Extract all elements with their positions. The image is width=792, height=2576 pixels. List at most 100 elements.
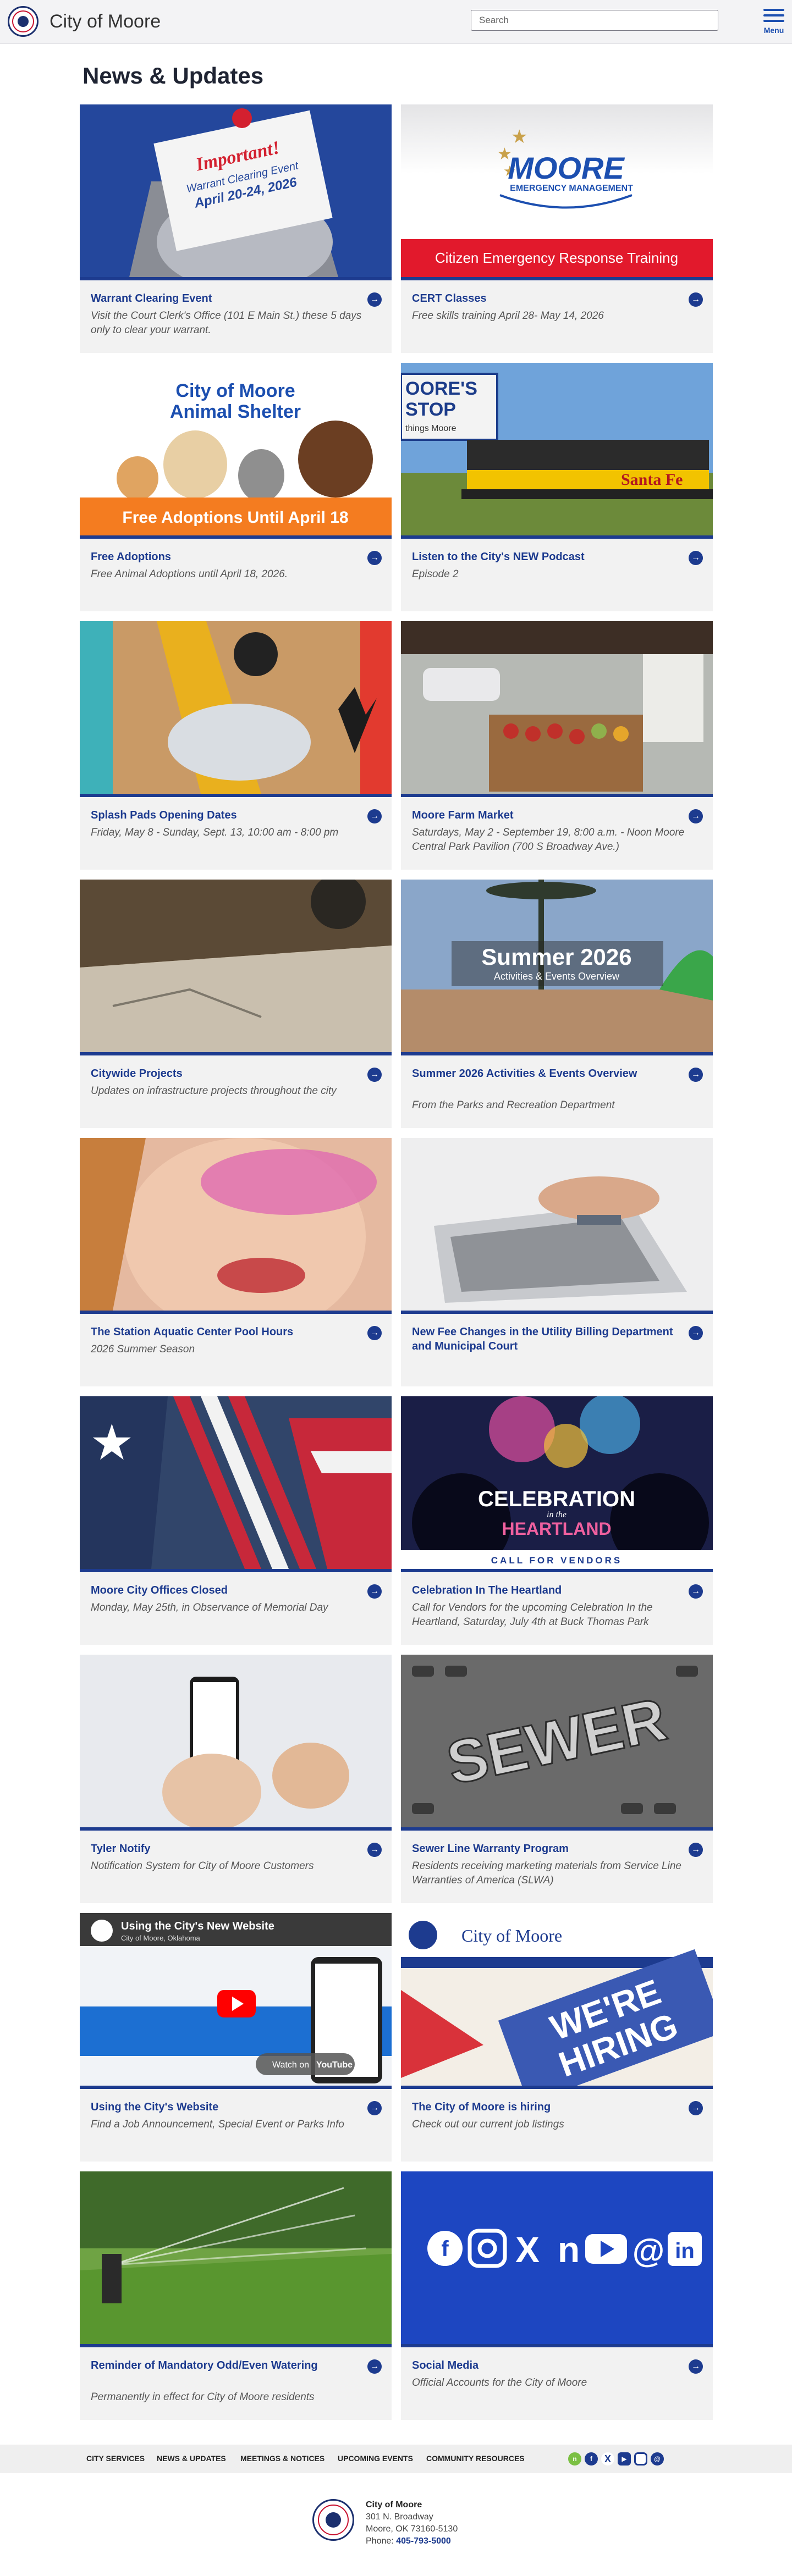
footer-link-news[interactable]: NEWS & UPDATES	[157, 2454, 226, 2463]
svg-text:Using the City's New Website: Using the City's New Website	[121, 1920, 274, 1932]
news-card-social-media[interactable]: f X n @ in Social Media Official Account…	[401, 2171, 713, 2420]
arrow-right-icon[interactable]: →	[367, 1326, 382, 1340]
news-card-summer-2026[interactable]: Summer 2026 Activities & Events Overview…	[401, 880, 713, 1128]
footer-link-city-services[interactable]: CITY SERVICES	[86, 2454, 145, 2463]
card-title[interactable]: New Fee Changes in the Utility Billing D…	[412, 1325, 681, 1353]
card-title[interactable]: Splash Pads Opening Dates	[91, 808, 360, 822]
arrow-right-icon[interactable]: →	[367, 1068, 382, 1082]
card-subtitle: From the Parks and Recreation Department	[412, 1099, 615, 1111]
news-card-warrant[interactable]: Important! Warrant Clearing Event April …	[80, 104, 392, 353]
arrow-right-icon[interactable]: →	[689, 1843, 703, 1857]
card-title[interactable]: The Station Aquatic Center Pool Hours	[91, 1325, 360, 1339]
arrow-right-icon[interactable]: →	[367, 292, 382, 307]
footer-phone-link[interactable]: 405-793-5000	[396, 2536, 451, 2546]
arrow-right-icon[interactable]: →	[689, 1326, 703, 1340]
card-title[interactable]: Tyler Notify	[91, 1842, 360, 1856]
news-card-farm-market[interactable]: Moore Farm Market Saturdays, May 2 - Sep…	[401, 621, 713, 870]
svg-text:City of Moore: City of Moore	[461, 1926, 562, 1945]
card-image: City of Moore Animal Shelter Free Adopti…	[80, 363, 392, 539]
facebook-icon[interactable]: f	[585, 2452, 598, 2466]
svg-text:Santa Fe: Santa Fe	[621, 471, 683, 489]
card-image: f X n @ in	[401, 2171, 713, 2347]
nextdoor-icon[interactable]: n	[568, 2452, 581, 2466]
news-card-splash-pads[interactable]: Splash Pads Opening Dates Friday, May 8 …	[80, 621, 392, 870]
card-title[interactable]: Free Adoptions	[91, 550, 360, 564]
card-image: City of Moore WE'RE HIRING	[401, 1913, 713, 2089]
card-title[interactable]: Using the City's Website	[91, 2100, 360, 2114]
arrow-right-icon[interactable]: →	[367, 2101, 382, 2115]
svg-text:X: X	[515, 2229, 540, 2270]
hamburger-icon	[763, 9, 784, 11]
card-subtitle: Residents receiving marketing materials …	[412, 1860, 681, 1886]
menu-button[interactable]: Menu	[762, 8, 786, 36]
card-subtitle: Episode 2	[412, 568, 459, 580]
news-card-website[interactable]: Using the City's New Website City of Moo…	[80, 1913, 392, 2162]
card-title[interactable]: Citywide Projects	[91, 1066, 360, 1081]
card-title[interactable]: CERT Classes	[412, 291, 681, 306]
arrow-right-icon[interactable]: →	[689, 1068, 703, 1082]
threads-icon[interactable]: @	[651, 2452, 664, 2466]
city-seal-logo[interactable]	[8, 6, 38, 37]
search-input[interactable]	[471, 10, 718, 31]
menu-label: Menu	[763, 26, 784, 35]
news-card-watering[interactable]: Reminder of Mandatory Odd/Even Watering …	[80, 2171, 392, 2420]
card-subtitle: Call for Vendors for the upcoming Celebr…	[412, 1602, 653, 1628]
card-title[interactable]: Celebration In The Heartland	[412, 1583, 681, 1597]
arrow-right-icon[interactable]: →	[367, 1584, 382, 1599]
arrow-right-icon[interactable]: →	[689, 551, 703, 565]
youtube-icon[interactable]: ▶	[618, 2452, 631, 2466]
arrow-right-icon[interactable]: →	[367, 551, 382, 565]
news-card-sewer-warranty[interactable]: SEWER Sewer Line Warranty Program Reside…	[401, 1655, 713, 1903]
card-title[interactable]: Listen to the City's NEW Podcast	[412, 550, 681, 564]
arrow-right-icon[interactable]: →	[689, 292, 703, 307]
arrow-right-icon[interactable]: →	[689, 2359, 703, 2374]
card-title[interactable]: The City of Moore is hiring	[412, 2100, 681, 2114]
arrow-right-icon[interactable]: →	[689, 1584, 703, 1599]
news-card-pool-hours[interactable]: The Station Aquatic Center Pool Hours 20…	[80, 1138, 392, 1386]
card-title[interactable]: Summer 2026 Activities & Events Overview	[412, 1066, 681, 1081]
news-card-offices-closed[interactable]: ★ Moore City Offices Closed Monday, May …	[80, 1396, 392, 1645]
card-image	[80, 2171, 392, 2347]
news-card-tyler-notify[interactable]: Tyler Notify Notification System for Cit…	[80, 1655, 392, 1903]
footer-city-seal	[312, 2499, 354, 2541]
card-title[interactable]: Social Media	[412, 2358, 681, 2373]
card-image: SEWER	[401, 1655, 713, 1831]
site-name[interactable]: City of Moore	[50, 11, 161, 32]
news-card-fee-changes[interactable]: New Fee Changes in the Utility Billing D…	[401, 1138, 713, 1386]
news-card-podcast[interactable]: OORE'S STOP things Moore Santa Fe Listen…	[401, 363, 713, 611]
x-icon[interactable]: X	[601, 2452, 614, 2466]
footer-link-events[interactable]: UPCOMING EVENTS	[338, 2454, 413, 2463]
card-title[interactable]: Moore Farm Market	[412, 808, 681, 822]
card-title[interactable]: Sewer Line Warranty Program	[412, 1842, 681, 1856]
svg-text:STOP: STOP	[405, 399, 456, 420]
svg-text:YouTube: YouTube	[316, 2060, 353, 2070]
card-subtitle: Friday, May 8 - Sunday, Sept. 13, 10:00 …	[91, 827, 339, 838]
instagram-icon[interactable]	[634, 2452, 647, 2466]
svg-text:Citizen Emergency Response Tra: Citizen Emergency Response Training	[435, 250, 678, 266]
news-card-citywide-projects[interactable]: Citywide Projects Updates on infrastruct…	[80, 880, 392, 1128]
svg-text:n: n	[558, 2229, 580, 2270]
arrow-right-icon[interactable]: →	[367, 809, 382, 823]
card-title[interactable]: Moore City Offices Closed	[91, 1583, 360, 1597]
news-card-hiring[interactable]: City of Moore WE'RE HIRING The City of M…	[401, 1913, 713, 2162]
svg-text:OORE'S: OORE'S	[405, 378, 477, 399]
arrow-right-icon[interactable]: →	[367, 2359, 382, 2374]
svg-text:in the: in the	[547, 1510, 566, 1519]
news-card-adoptions[interactable]: City of Moore Animal Shelter Free Adopti…	[80, 363, 392, 611]
arrow-right-icon[interactable]: →	[367, 1843, 382, 1857]
card-title[interactable]: Warrant Clearing Event	[91, 291, 360, 306]
card-image: Summer 2026 Activities & Events Overview	[401, 880, 713, 1055]
news-card-celebration[interactable]: CELEBRATION in the HEARTLAND CALL FOR VE…	[401, 1396, 713, 1645]
card-title[interactable]: Reminder of Mandatory Odd/Even Watering	[91, 2358, 360, 2373]
arrow-right-icon[interactable]: →	[689, 2101, 703, 2115]
svg-text:CALL FOR VENDORS: CALL FOR VENDORS	[491, 1555, 622, 1566]
card-image	[401, 621, 713, 797]
page-title: News & Updates	[82, 63, 264, 89]
footer-link-meetings[interactable]: MEETINGS & NOTICES	[240, 2454, 324, 2463]
news-card-cert[interactable]: ★ ★ ★ MOORE EMERGENCY MANAGEMENT Citizen…	[401, 104, 713, 353]
card-image	[401, 1138, 713, 1314]
arrow-right-icon[interactable]: →	[689, 809, 703, 823]
svg-text:@: @	[632, 2232, 665, 2269]
footer-link-community[interactable]: COMMUNITY RESOURCES	[426, 2454, 525, 2463]
card-image: Important! Warrant Clearing Event April …	[80, 104, 392, 280]
